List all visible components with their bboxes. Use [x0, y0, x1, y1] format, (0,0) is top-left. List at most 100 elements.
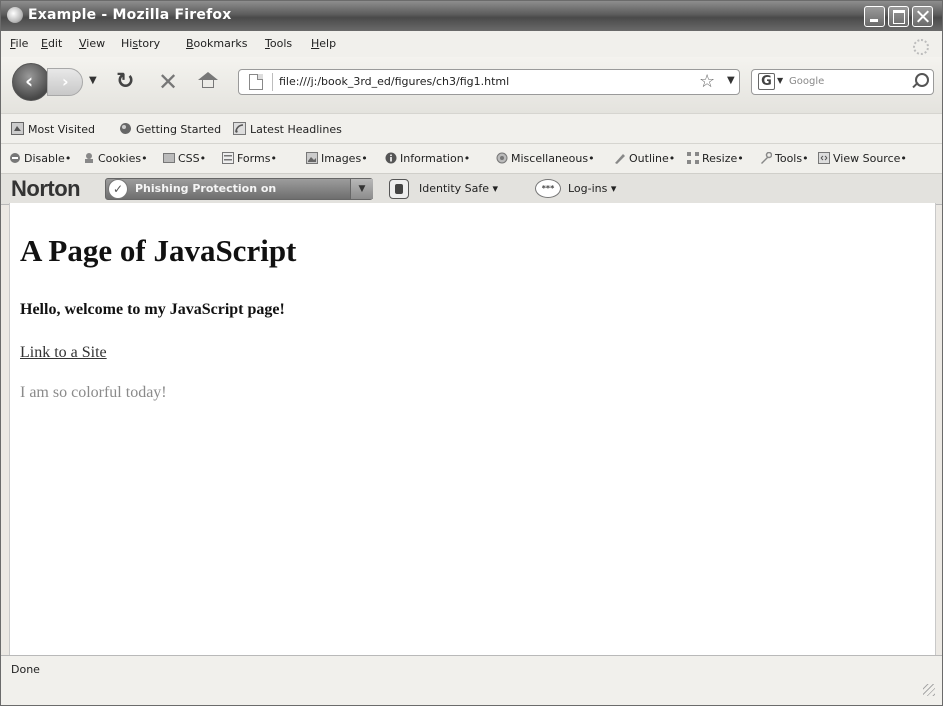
phishing-dropdown-arrow-icon[interactable]: ▼ [350, 179, 373, 199]
menu-bookmarks[interactable]: Bookmarks [186, 37, 247, 50]
bookmark-latest-headlines[interactable]: Latest Headlines [250, 123, 342, 136]
menu-history-prefix: Hi [121, 37, 133, 50]
url-text[interactable]: file:///j:/book_3rd_ed/figures/ch3/fig1.… [279, 75, 509, 88]
disable-icon [10, 153, 20, 163]
menu-history[interactable]: History [121, 37, 160, 50]
welcome-text: Hello, welcome to my JavaScript page! [20, 301, 285, 318]
dev-disable-label: Disable [24, 152, 65, 165]
minimize-button[interactable] [864, 6, 885, 27]
url-dropdown-icon[interactable]: ▼ [727, 75, 735, 86]
web-developer-toolbar: Disable• Cookies• CSS• Forms• Images• In… [1, 143, 942, 174]
dev-outline-label: Outline [629, 152, 669, 165]
getting-started-icon [120, 123, 131, 134]
maximize-button[interactable] [888, 6, 909, 27]
logins-label: Log-ins [568, 182, 608, 195]
dev-forms-menu[interactable]: Forms• [222, 152, 277, 165]
css-icon [163, 153, 175, 163]
firefox-icon [7, 7, 23, 23]
dev-cookies-menu[interactable]: Cookies• [83, 152, 148, 165]
dev-outline-menu[interactable]: Outline• [614, 152, 675, 165]
images-icon [306, 152, 318, 164]
menu-bar: File Edit View History Bookmarks Tools H… [1, 31, 942, 57]
dev-resize-label: Resize [702, 152, 738, 165]
bookmark-star-icon[interactable]: ☆ [699, 71, 715, 92]
logins-menu[interactable]: Log-ins ▾ [568, 182, 616, 195]
menu-tools[interactable]: Tools [265, 37, 292, 50]
norton-toolbar: Norton ✓ Phishing Protection on ▼ Identi… [1, 173, 942, 205]
rss-feed-icon [233, 122, 246, 135]
forward-arrow-icon: › [62, 72, 69, 91]
close-button[interactable] [912, 6, 933, 27]
engine-dropdown-icon[interactable]: ▼ [777, 76, 783, 85]
menu-view-label: iew [86, 37, 106, 50]
dev-information-label: Information [400, 152, 464, 165]
menu-file[interactable]: File [10, 37, 28, 50]
window-title: Example - Mozilla Firefox [28, 7, 232, 23]
identity-safe-label: Identity Safe [419, 182, 490, 195]
reload-icon[interactable]: ↻ [116, 69, 134, 94]
dev-information-menu[interactable]: Information• [385, 152, 470, 165]
dev-tools-menu[interactable]: Tools• [760, 152, 809, 165]
menu-edit[interactable]: Edit [41, 37, 62, 50]
back-button[interactable]: ‹ [12, 63, 50, 101]
dev-view-source-menu[interactable]: View Source• [818, 152, 907, 165]
google-engine-icon[interactable]: G [758, 73, 775, 90]
tools-wrench-icon [761, 152, 772, 164]
colorful-text: I am so colorful today! [20, 384, 167, 401]
phishing-protection-dropdown[interactable]: ✓ Phishing Protection on ▼ [105, 178, 373, 200]
dev-miscellaneous-menu[interactable]: Miscellaneous• [496, 152, 595, 165]
identity-safe-menu[interactable]: Identity Safe ▾ [419, 182, 498, 195]
search-placeholder[interactable]: Google [789, 76, 824, 87]
stop-icon[interactable]: ✕ [158, 68, 178, 96]
logins-icon[interactable]: *** [535, 179, 561, 198]
dev-resize-menu[interactable]: Resize• [687, 152, 744, 165]
menu-edit-label: dit [47, 37, 63, 50]
identity-safe-icon[interactable] [389, 179, 409, 199]
bookmark-most-visited[interactable]: Most Visited [28, 123, 95, 136]
title-bar: Example - Mozilla Firefox [1, 1, 942, 31]
dev-disable-menu[interactable]: Disable• [9, 152, 71, 165]
page-heading: A Page of JavaScript [20, 233, 297, 268]
menu-tools-label: ools [269, 37, 293, 50]
search-icon[interactable] [909, 71, 929, 91]
dev-css-label: CSS [178, 152, 200, 165]
dev-images-label: Images [321, 152, 362, 165]
resize-grip[interactable] [923, 684, 935, 696]
url-bar[interactable]: file:///j:/book_3rd_ed/figures/ch3/fig1.… [238, 69, 740, 95]
bookmarks-toolbar: Most Visited Getting Started Latest Head… [1, 113, 942, 144]
dev-tools-label: Tools [775, 152, 803, 165]
view-source-icon [818, 152, 830, 164]
resize-icon [687, 152, 699, 164]
url-separator [272, 73, 273, 91]
back-arrow-icon: ‹ [25, 69, 34, 93]
checkmark-icon: ✓ [108, 179, 128, 199]
history-dropdown-icon[interactable]: ▼ [89, 75, 97, 86]
information-icon [385, 152, 397, 164]
cookies-icon [85, 153, 93, 163]
menu-bookmarks-label: ookmarks [193, 37, 248, 50]
most-visited-icon [11, 122, 24, 135]
search-bar[interactable]: G ▼ Google [751, 69, 934, 95]
norton-logo: Norton [11, 176, 81, 201]
phishing-protection-label: Phishing Protection on [135, 182, 277, 195]
menu-help[interactable]: Help [311, 37, 336, 50]
forward-button[interactable]: › [47, 68, 83, 96]
menu-view[interactable]: View [79, 37, 105, 50]
bookmark-getting-started[interactable]: Getting Started [136, 123, 221, 136]
menu-bookmarks-accesskey: B [186, 37, 194, 50]
dev-cookies-label: Cookies [98, 152, 142, 165]
site-link[interactable]: Link to a Site [20, 344, 107, 362]
menu-history-label: tory [138, 37, 161, 50]
status-bar: Done [1, 655, 942, 705]
dev-images-menu[interactable]: Images• [306, 152, 368, 165]
page-icon [249, 74, 263, 90]
dev-forms-label: Forms [237, 152, 271, 165]
menu-file-label: ile [15, 37, 29, 50]
home-icon[interactable] [198, 72, 218, 89]
status-text: Done [11, 663, 40, 676]
browser-window: Example - Mozilla Firefox File Edit View… [0, 0, 943, 706]
dev-css-menu[interactable]: CSS• [163, 152, 206, 165]
dev-miscellaneous-label: Miscellaneous [511, 152, 589, 165]
dev-view-source-label: View Source [833, 152, 901, 165]
menu-edit-accesskey: E [41, 37, 48, 50]
